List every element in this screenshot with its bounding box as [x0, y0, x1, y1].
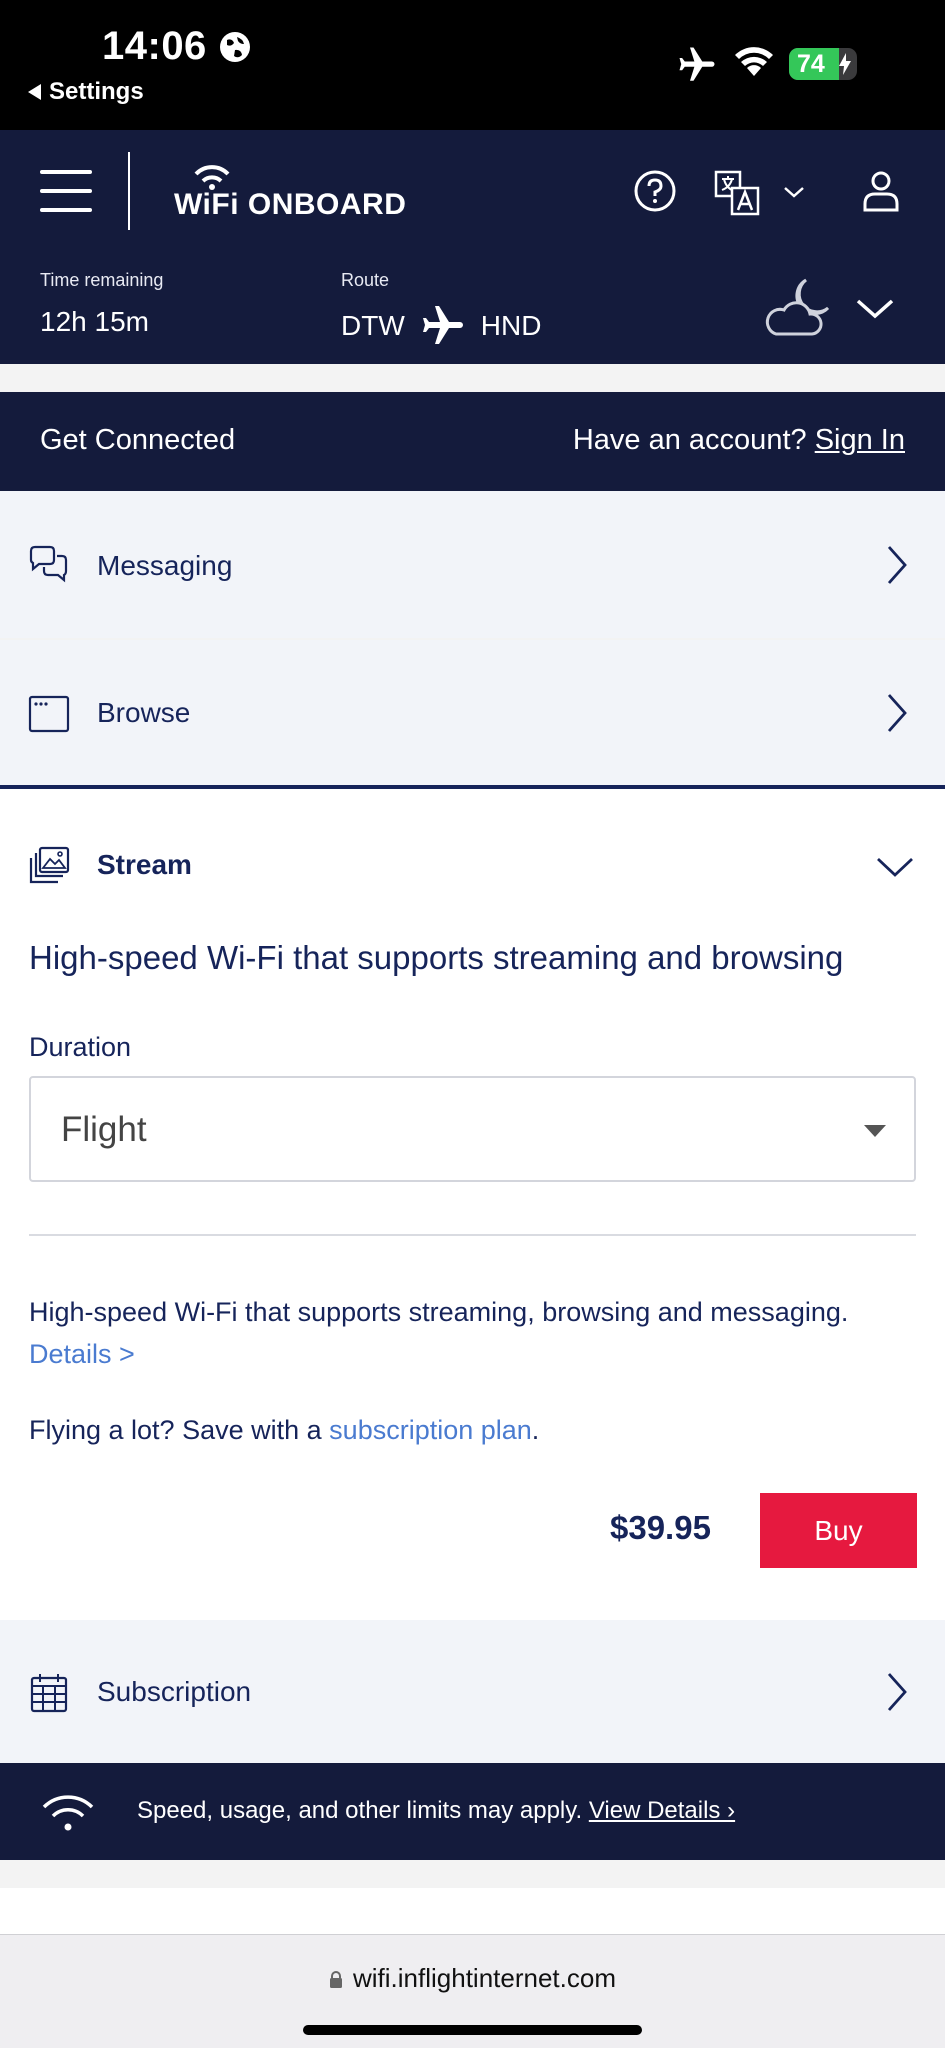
stream-description: High-speed Wi-Fi that supports streaming…: [29, 1291, 919, 1375]
messaging-row[interactable]: Messaging: [0, 491, 945, 638]
chat-bubbles-icon: [29, 545, 68, 583]
get-connected-title: Get Connected: [40, 424, 236, 456]
promo-suffix: .: [531, 1415, 540, 1445]
back-to-settings[interactable]: Settings: [28, 78, 144, 106]
back-arrow-icon: [28, 84, 41, 100]
limits-notice-bar: Speed, usage, and other limits may apply…: [0, 1763, 945, 1860]
stream-headline: High-speed Wi-Fi that supports streaming…: [29, 939, 844, 976]
translate-icon[interactable]: [714, 170, 760, 216]
limits-notice: Speed, usage, and other limits may apply…: [137, 1797, 735, 1825]
chevron-down-icon[interactable]: [875, 853, 915, 881]
page-footer-area: [0, 1888, 945, 1934]
duration-label: Duration: [29, 1032, 132, 1062]
browse-label: Browse: [97, 697, 191, 728]
subscription-plan-link[interactable]: subscription plan: [329, 1415, 532, 1445]
spacer: [0, 364, 945, 392]
url-text: wifi.inflightinternet.com: [353, 1963, 616, 1993]
header-divider: [128, 152, 130, 230]
duration-select[interactable]: Flight: [29, 1076, 916, 1182]
user-icon[interactable]: [862, 170, 900, 212]
stream-description-text: High-speed Wi-Fi that supports streaming…: [29, 1297, 849, 1327]
menu-icon[interactable]: [40, 170, 92, 212]
battery-percent: 74: [797, 50, 825, 78]
media-gallery-icon[interactable]: [28, 845, 70, 887]
duration-selected-value: Flight: [61, 1110, 147, 1149]
account-prompt: Have an account? Sign In: [573, 424, 905, 457]
subscription-label: Subscription: [97, 1676, 252, 1707]
wifi-signal-icon: [735, 47, 773, 76]
airplane-mode-icon: [679, 47, 715, 81]
sign-in-link[interactable]: Sign In: [815, 424, 905, 456]
status-time: 14:06: [102, 24, 207, 68]
brand-logo[interactable]: WiFi ONBOARD: [174, 160, 406, 220]
buy-button[interactable]: Buy: [760, 1493, 917, 1568]
globe-icon: [220, 32, 250, 62]
night-cloud-icon: [765, 278, 830, 336]
chevron-right-icon: [887, 1673, 907, 1711]
airplane-icon: [422, 306, 463, 344]
account-prompt-text: Have an account?: [572, 424, 807, 456]
time-remaining-label: Time remaining: [40, 270, 164, 290]
dropdown-caret-icon: [864, 1125, 886, 1137]
get-connected-bar: Get Connected Have an account? Sign In: [0, 392, 945, 491]
messaging-label: Messaging: [97, 550, 233, 581]
home-indicator[interactable]: [303, 2025, 642, 2035]
chevron-down-icon[interactable]: [782, 180, 806, 204]
browse-row[interactable]: Browse: [0, 640, 945, 785]
subscription-row[interactable]: Subscription: [0, 1620, 945, 1763]
details-link[interactable]: Details >: [29, 1339, 135, 1369]
subscription-promo: Flying a lot? Save with a subscription p…: [29, 1415, 539, 1446]
route-origin: DTW: [341, 310, 405, 341]
stream-title[interactable]: Stream: [97, 849, 192, 881]
battery-indicator: 74: [789, 48, 857, 80]
route-value: DTW HND: [341, 302, 541, 350]
promo-prefix: Flying a lot? Save with a: [29, 1415, 322, 1445]
app-header: WiFi ONBOARD Time remaining 12h 15m Rout…: [0, 130, 945, 364]
calendar-icon: [30, 1674, 68, 1713]
expand-flight-info-icon[interactable]: [854, 288, 896, 330]
browser-url-bar[interactable]: wifi.inflightinternet.com: [0, 1934, 945, 2048]
stream-panel: Stream High-speed Wi-Fi that supports st…: [0, 785, 945, 1620]
status-bar: 14:06 Settings 74: [0, 0, 945, 130]
divider: [29, 1234, 916, 1236]
charging-bolt-icon: [839, 53, 851, 75]
limits-notice-text: Speed, usage, and other limits may apply…: [137, 1797, 583, 1824]
route-destination: HND: [480, 310, 542, 341]
view-details-link[interactable]: View Details ›: [589, 1797, 735, 1824]
lock-icon: [330, 1971, 342, 1988]
route-label: Route: [341, 270, 390, 290]
help-icon[interactable]: [634, 170, 676, 212]
browser-window-icon: [28, 695, 70, 733]
url-display[interactable]: wifi.inflightinternet.com: [0, 1963, 945, 1994]
stream-price: $39.95: [610, 1509, 711, 1546]
wifi-icon: [42, 1795, 94, 1831]
chevron-right-icon: [887, 546, 907, 584]
chevron-right-icon: [887, 694, 907, 732]
back-label: Settings: [49, 78, 144, 105]
time-remaining-value: 12h 15m: [40, 306, 149, 337]
wifi-logo-icon: [194, 165, 230, 190]
